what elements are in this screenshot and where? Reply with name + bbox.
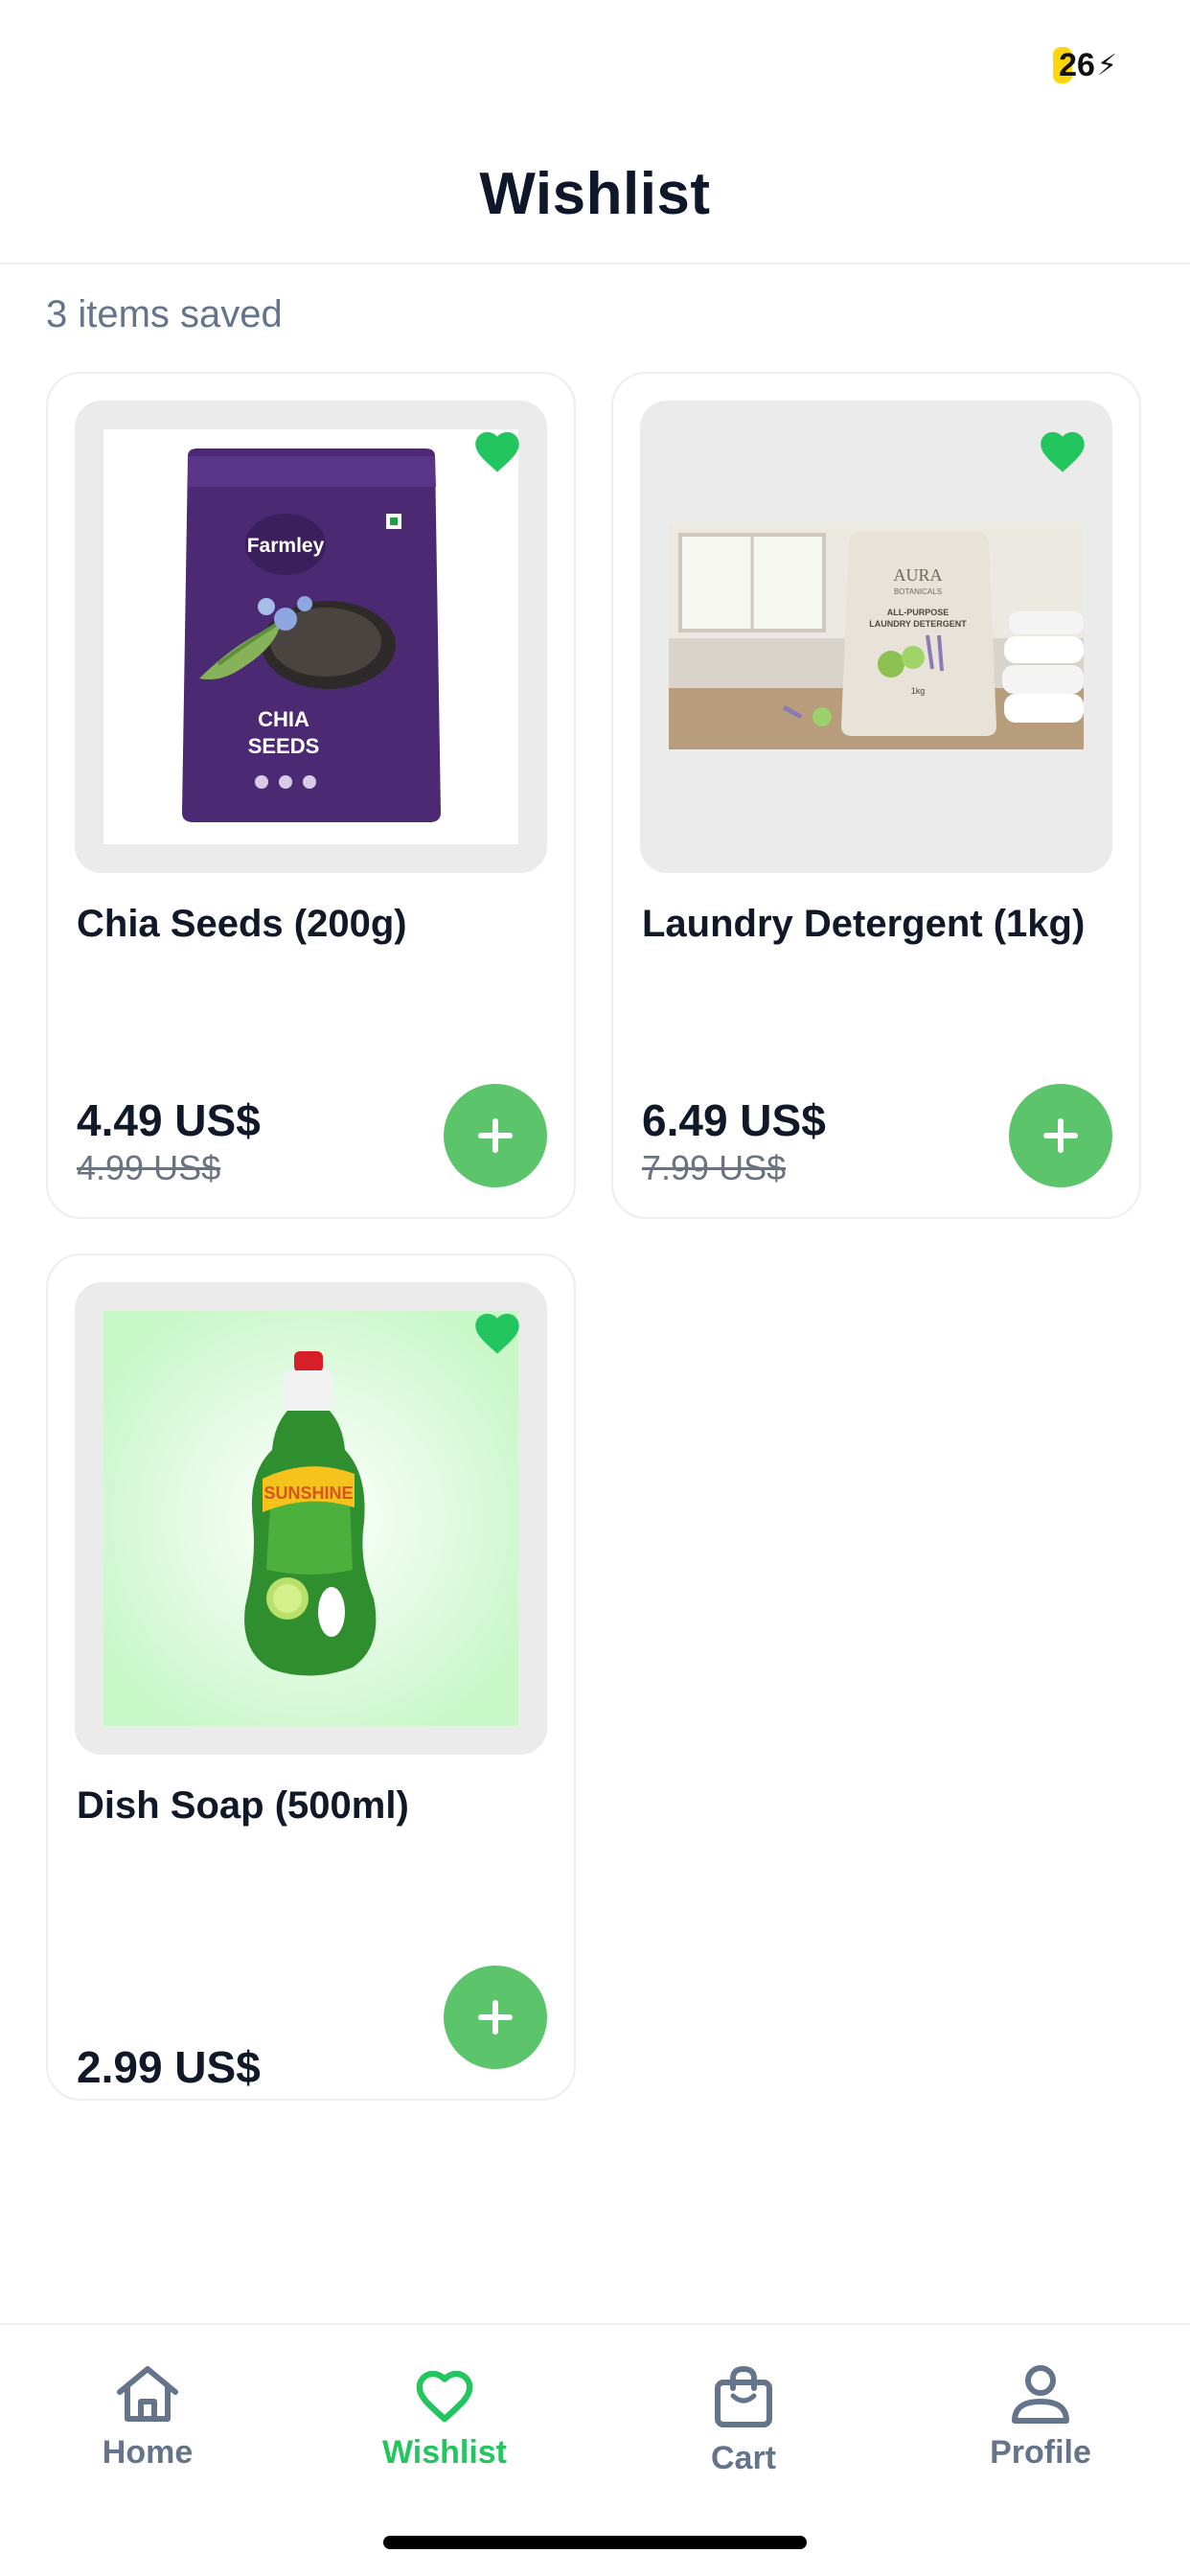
add-to-cart-button[interactable] [1009,1084,1112,1187]
product-name[interactable]: Dish Soap (500ml) [77,1784,409,1828]
svg-text:BOTANICALS: BOTANICALS [894,587,942,596]
page-header: Wishlist [0,125,1190,264]
product-name[interactable]: Chia Seeds (200g) [77,903,407,946]
svg-text:SUNSHINE: SUNSHINE [263,1484,353,1503]
battery-indicator: 26 ⚡︎ [1053,46,1117,84]
heart-icon [416,2370,473,2423]
product-image[interactable]: SUNSHINE [75,1282,547,1755]
product-price: 6.49 US$ [642,1095,826,1145]
product-image[interactable]: Farmley CHIA SEEDS [75,401,547,873]
nav-item-profile[interactable]: Profile [935,2363,1146,2497]
status-bar: 26 ⚡︎ [0,0,1190,125]
svg-text:ALL-PURPOSE: ALL-PURPOSE [887,608,950,617]
product-name[interactable]: Laundry Detergent (1kg) [642,903,1085,946]
nav-item-home[interactable]: Home [42,2363,253,2497]
home-icon [117,2366,178,2422]
shopping-bag-icon [715,2365,772,2427]
plus-icon [478,1118,513,1153]
plus-icon [478,2000,513,2035]
svg-text:AURA: AURA [893,565,942,585]
items-count: 3 items saved [46,293,283,335]
product-old-price: 7.99 US$ [642,1148,787,1187]
nav-item-wishlist[interactable]: Wishlist [339,2363,550,2497]
charging-icon: ⚡︎ [1096,49,1117,81]
home-indicator[interactable] [383,2536,807,2549]
svg-text:CHIA: CHIA [258,707,309,731]
product-card[interactable]: SUNSHINE Dish Soap (500ml) 2.99 US$ [46,1254,576,2101]
heart-filled-icon[interactable] [470,426,524,473]
plus-icon [1043,1118,1078,1153]
wishlist-screen: 26 ⚡︎ Wishlist 3 items saved Farmley CHI… [0,0,1190,2576]
add-to-cart-button[interactable] [444,1966,547,2069]
nav-label-cart: Cart [710,2440,777,2476]
nav-item-cart[interactable]: Cart [638,2363,849,2497]
product-image[interactable]: AURA BOTANICALS ALL-PURPOSE LAUNDRY DETE… [640,401,1112,873]
product-price: 2.99 US$ [77,2042,261,2092]
user-icon [1012,2365,1069,2424]
nav-label-home: Home [102,2434,194,2471]
heart-filled-icon[interactable] [1036,426,1089,473]
product-price: 4.49 US$ [77,1095,261,1145]
product-card[interactable]: AURA BOTANICALS ALL-PURPOSE LAUNDRY DETE… [611,372,1141,1219]
svg-text:1kg: 1kg [911,686,926,696]
battery-percent: 26 [1059,46,1095,83]
svg-text:Farmley: Farmley [247,535,325,557]
add-to-cart-button[interactable] [444,1084,547,1187]
product-card[interactable]: Farmley CHIA SEEDS Chia Seeds (200g) 4.4… [46,372,576,1219]
nav-label-profile: Profile [990,2434,1091,2471]
heart-filled-icon[interactable] [470,1307,524,1355]
svg-text:LAUNDRY DETERGENT: LAUNDRY DETERGENT [869,619,967,629]
page-title: Wishlist [479,160,711,227]
product-old-price: 4.99 US$ [77,1148,221,1187]
nav-label-wishlist: Wishlist [381,2434,508,2471]
svg-text:SEEDS: SEEDS [248,734,320,758]
